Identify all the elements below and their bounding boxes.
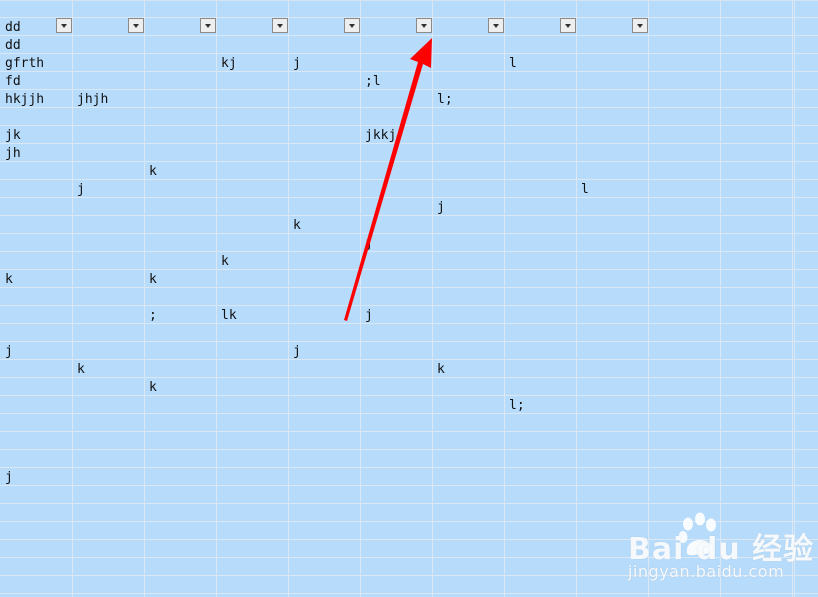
cell-r3-c0[interactable]: fd: [1, 73, 69, 91]
cell-r14-c0[interactable]: k: [1, 271, 69, 289]
filter-dropdown-5[interactable]: [416, 18, 432, 33]
cell-r2-c7[interactable]: l: [505, 55, 573, 73]
cell-r16-c3[interactable]: lk: [217, 307, 285, 325]
spreadsheet-grid[interactable]: dd dd gfrth kj j l fd ;l hkjjh jhjh l; jk jkkj jh k j l j…: [0, 0, 818, 597]
filter-dropdown-0[interactable]: [56, 18, 72, 33]
cell-r1-c0[interactable]: dd: [1, 37, 69, 55]
cell-r8-c2[interactable]: k: [145, 163, 213, 181]
cell-r18-c0[interactable]: j: [1, 343, 69, 361]
watermark-url: jingyan.baidu.com: [628, 562, 785, 581]
cell-r9-c1[interactable]: j: [73, 181, 141, 199]
filter-dropdown-8[interactable]: [632, 18, 648, 33]
cell-r2-c3[interactable]: kj: [217, 55, 285, 73]
cell-r21-c7[interactable]: l;: [505, 397, 573, 415]
filter-dropdown-1[interactable]: [128, 18, 144, 33]
filter-dropdown-2[interactable]: [200, 18, 216, 33]
cell-r7-c0[interactable]: jh: [1, 145, 69, 163]
filter-dropdown-6[interactable]: [488, 18, 504, 33]
filter-dropdown-4[interactable]: [344, 18, 360, 33]
cell-r13-c3[interactable]: k: [217, 253, 285, 271]
cell-r9-c8[interactable]: l: [577, 181, 645, 199]
cell-r4-c6[interactable]: l;: [433, 91, 501, 109]
cell-r25-c0[interactable]: j: [1, 469, 69, 487]
cell-r19-c6[interactable]: k: [433, 361, 501, 379]
cell-r14-c2[interactable]: k: [145, 271, 213, 289]
cell-r6-c5[interactable]: jkkj: [361, 127, 429, 145]
filter-dropdown-7[interactable]: [560, 18, 576, 33]
cell-r6-c0[interactable]: jk: [1, 127, 69, 145]
cell-r20-c2[interactable]: k: [145, 379, 213, 397]
cell-r19-c1[interactable]: k: [73, 361, 141, 379]
cell-r18-c4[interactable]: j: [289, 343, 357, 361]
grid-column-line: [794, 0, 795, 597]
cell-r3-c5[interactable]: ;l: [361, 73, 429, 91]
cell-r2-c4[interactable]: j: [289, 55, 357, 73]
cell-r4-c1[interactable]: jhjh: [73, 91, 141, 109]
filter-dropdown-3[interactable]: [272, 18, 288, 33]
cell-r11-c4[interactable]: k: [289, 217, 357, 235]
cell-r16-c2[interactable]: ;: [145, 307, 213, 325]
grid-top-border: [0, 0, 818, 1]
cell-r4-c0[interactable]: hkjjh: [1, 91, 69, 109]
cell-r2-c0[interactable]: gfrth: [1, 55, 69, 73]
cell-r10-c6[interactable]: j: [433, 199, 501, 217]
cell-r12-c5[interactable]: j: [361, 235, 429, 253]
cell-r16-c5[interactable]: j: [361, 307, 429, 325]
